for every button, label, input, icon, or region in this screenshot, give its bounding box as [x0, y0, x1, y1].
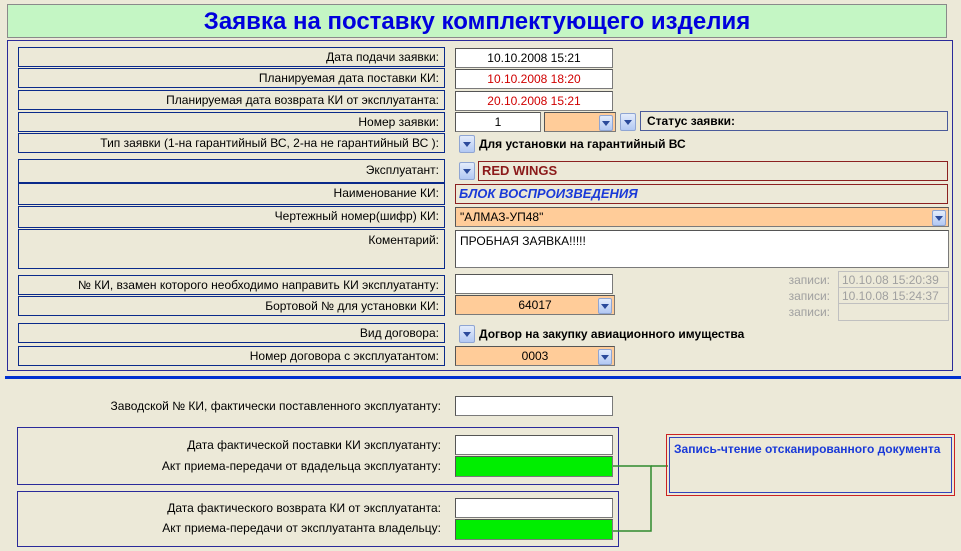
- chevron-down-icon[interactable]: [932, 210, 946, 226]
- actual-delivery-field[interactable]: [455, 435, 613, 455]
- label-request-type: Тип заявки (1-на гарантийный ВС, 2-на не…: [18, 133, 445, 153]
- label-operator: Эксплуатант:: [18, 159, 445, 183]
- submit-date-field[interactable]: 10.10.2008 15:21: [455, 48, 613, 68]
- label-drawing-number: Чертежный номер(шифр) КИ:: [18, 206, 445, 228]
- record-label-1: записи:: [788, 273, 830, 287]
- request-type-dropdown[interactable]: [459, 135, 475, 153]
- factory-no-field[interactable]: [455, 396, 613, 416]
- label-comment: Коментарий:: [18, 229, 445, 269]
- label-planned-delivery: Планируемая дата поставки КИ:: [18, 68, 445, 88]
- label-actual-return: Дата фактического возврата КИ от эксплуа…: [167, 501, 441, 515]
- label-act-operator: Акт приема-передачи от эксплуатанта влад…: [162, 521, 441, 535]
- drawing-number-select[interactable]: "АЛМАЗ-УП48": [455, 207, 949, 227]
- chevron-down-icon[interactable]: [598, 349, 612, 365]
- act-owner-to-operator[interactable]: [455, 456, 613, 477]
- label-board-no: Бортовой № для установки КИ:: [18, 296, 445, 316]
- record-label-3: записи:: [788, 305, 830, 319]
- operator-dropdown[interactable]: [459, 162, 475, 180]
- request-type-text: Для установки на гарантийный ВС: [479, 137, 686, 151]
- scan-document-button[interactable]: Запись-чтение отсканированного документа: [666, 434, 955, 496]
- planned-delivery-field[interactable]: 10.10.2008 18:20: [455, 69, 613, 89]
- label-contract-number: Номер договора с эксплуатантом:: [18, 346, 445, 366]
- record-label-2: записи:: [788, 289, 830, 303]
- page-title: Заявка на поставку комплектующего издели…: [7, 4, 947, 38]
- label-ki-name: Наименование КИ:: [18, 183, 445, 205]
- label-contract-type: Вид договора:: [18, 323, 445, 343]
- contract-number-select[interactable]: 0003: [455, 346, 615, 366]
- section-divider: [5, 376, 961, 379]
- ki-name-field[interactable]: БЛОК ВОСПРОИЗВЕДЕНИЯ: [455, 184, 948, 204]
- actual-return-field[interactable]: [455, 498, 613, 518]
- chevron-down-icon[interactable]: [598, 298, 612, 314]
- chevron-down-icon[interactable]: [599, 115, 613, 131]
- status-label: Статус заявки:: [640, 111, 948, 131]
- label-planned-return: Планируемая дата возврата КИ от эксплуат…: [18, 90, 445, 110]
- label-act-owner: Акт приема-передачи от вдадельца эксплуа…: [161, 459, 441, 473]
- contract-number-value: 0003: [521, 349, 549, 363]
- contract-type-text: Догвор на закупку авиационного имущества: [479, 327, 745, 341]
- planned-return-field[interactable]: 20.10.2008 15:21: [455, 91, 613, 111]
- comment-textarea[interactable]: ПРОБНАЯ ЗАЯВКА!!!!!: [455, 230, 949, 268]
- contract-type-dropdown[interactable]: [459, 325, 475, 343]
- request-number-field[interactable]: 1: [455, 112, 541, 132]
- scan-document-label: Запись-чтение отсканированного документа: [669, 437, 952, 493]
- drawing-number-value: "АЛМАЗ-УП48": [460, 210, 544, 224]
- label-request-number: Номер заявки:: [18, 112, 445, 132]
- board-no-select[interactable]: 64017: [455, 295, 615, 315]
- board-no-value: 64017: [518, 298, 552, 312]
- label-factory-no: Заводской № КИ, фактически поставленного…: [110, 399, 441, 413]
- replace-ki-no-field[interactable]: [455, 274, 613, 294]
- request-status-select[interactable]: [544, 112, 616, 132]
- operator-field[interactable]: RED WINGS: [478, 161, 948, 181]
- status-dropdown-button[interactable]: [620, 113, 636, 131]
- record-third: [838, 303, 949, 321]
- act-operator-to-owner[interactable]: [455, 519, 613, 540]
- label-actual-delivery: Дата фактической поставки КИ эксплуатант…: [187, 438, 441, 452]
- label-submit-date: Дата подачи заявки:: [18, 47, 445, 67]
- label-replace-ki-no: № КИ, взамен которого необходимо направи…: [18, 275, 445, 295]
